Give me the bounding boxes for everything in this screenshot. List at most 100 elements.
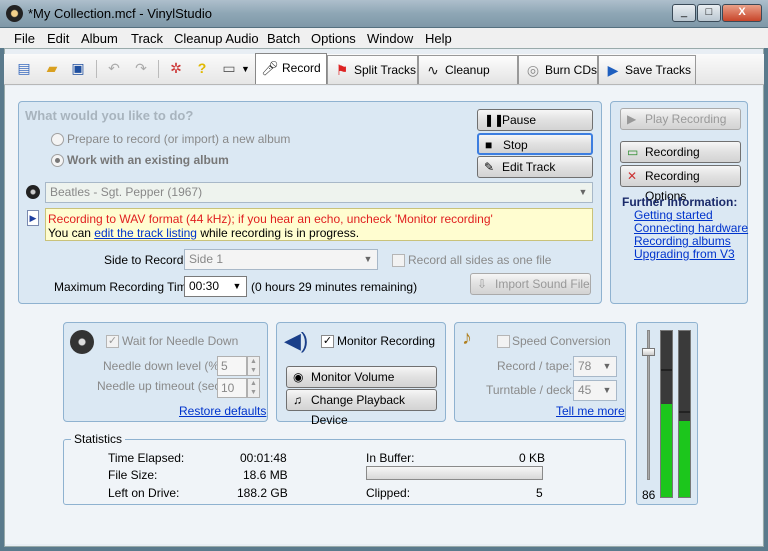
clipped-label: Clipped: [366, 486, 411, 500]
needle-up-spinner[interactable]: ▲ ▼ [247, 378, 260, 398]
monitor-volume-button[interactable]: ◉ Monitor Volume [286, 366, 437, 388]
redo-icon[interactable]: ↷ [131, 58, 151, 78]
needle-down-spinner[interactable]: ▲ ▼ [247, 356, 260, 376]
gramophone-icon: ♪ [462, 327, 472, 349]
speed-conversion-checkbox[interactable] [497, 335, 510, 348]
cd-icon: ◎ [526, 62, 540, 78]
needle-up-input[interactable]: 10 [217, 378, 247, 398]
hint-text-pre: You can [48, 226, 95, 240]
radio-existing-label: Work with an existing album [67, 153, 229, 167]
tab-save-tracks[interactable]: ▶︎ Save Tracks [598, 55, 696, 84]
restore-defaults-link[interactable]: Restore defaults [179, 404, 266, 418]
menu-album[interactable]: Album [81, 31, 118, 46]
save-icon[interactable]: ▣ [68, 58, 88, 78]
menu-bar: File Edit Album Track Cleanup Audio Batc… [0, 28, 768, 48]
time-remaining-text: (0 hours 29 minutes remaining) [251, 280, 418, 294]
stop-button[interactable]: ■ Stop [477, 133, 593, 155]
status-message-warning: Recording to WAV format (44 kHz); if you… [48, 212, 493, 226]
magic-wand-icon[interactable]: ✲ [166, 58, 186, 78]
info-arrow-icon: ▶︎ [27, 210, 39, 226]
wait-needle-checkbox[interactable]: ✓ [106, 335, 119, 348]
needle-up-label: Needle up timeout (sec): [97, 379, 228, 393]
menu-cleanup-audio[interactable]: Cleanup Audio [174, 31, 259, 46]
link-connecting-hardware[interactable]: Connecting hardware [634, 221, 748, 235]
needle-down-input[interactable]: 5 [217, 356, 247, 376]
volume-icon: ◉ [293, 370, 304, 384]
window-title: *My Collection.mcf - VinylStudio [28, 6, 212, 21]
level-meter-value: 86 [642, 488, 656, 502]
tab-record-label: Record [282, 61, 321, 75]
play-recording-button[interactable]: ▶︎ Play Recording [620, 108, 741, 130]
menu-file[interactable]: File [14, 31, 35, 46]
monitor-level-slider-thumb[interactable] [642, 348, 655, 356]
menu-window[interactable]: Window [367, 31, 413, 46]
side-select-value: Side 1 [189, 252, 224, 266]
microphone-icon: 🎤︎ [261, 60, 279, 76]
menu-help[interactable]: Help [425, 31, 452, 46]
monitor-recording-checkbox[interactable]: ✓ [321, 335, 334, 348]
tab-save-tracks-label: Save Tracks [625, 63, 692, 77]
flag-icon: ⚑ [335, 62, 349, 78]
tab-cleanup-audio[interactable]: ∿ Cleanup Audio [418, 55, 518, 105]
maximize-button[interactable]: □ [697, 4, 721, 22]
speed-conversion-label: Speed Conversion [512, 334, 611, 348]
recording-controls-button[interactable]: ▭Recording Controls [620, 141, 741, 179]
record-speed-select[interactable]: 78 ▼ [573, 356, 617, 377]
tab-burn-cds[interactable]: ◎ Burn CDs [518, 55, 598, 84]
right-channel-meter [678, 330, 691, 498]
open-icon[interactable]: ▰ [42, 58, 62, 78]
speaker-device-icon: ♫ [293, 393, 302, 407]
tab-split-tracks-label: Split Tracks [354, 63, 417, 77]
radio-prepare-new[interactable] [51, 133, 64, 146]
in-buffer-label: In Buffer: [366, 451, 415, 465]
speaker-icon: ◀︎) [284, 328, 309, 353]
undo-icon[interactable]: ↶ [104, 58, 124, 78]
title-bar: *My Collection.mcf - VinylStudio _ □ X [0, 0, 768, 28]
chevron-down-icon[interactable]: ▼ [241, 64, 250, 74]
chevron-down-icon: ▼ [578, 187, 588, 197]
import-sound-file-button[interactable]: ⇩ Import Sound File [470, 273, 591, 295]
play-recording-label: Play Recording [645, 112, 727, 126]
menu-options[interactable]: Options [311, 31, 356, 46]
chevron-down-icon: ▼ [602, 385, 612, 395]
tools-icon: ✕ [627, 169, 638, 183]
pause-icon: ❚❚ [484, 113, 505, 127]
pause-button[interactable]: ❚❚ Pause [477, 109, 593, 131]
recording-options-button[interactable]: ✕ Recording Options [620, 165, 741, 203]
menu-edit[interactable]: Edit [47, 31, 69, 46]
edit-track-listing-link[interactable]: edit the track listing [94, 226, 197, 240]
edit-track-listing-button[interactable]: ✎Edit Track Listing [477, 156, 593, 194]
record-all-sides-checkbox[interactable] [392, 254, 405, 267]
clipped-value: 5 [536, 486, 543, 500]
radio-existing-album[interactable] [51, 154, 64, 167]
turntable-speed-select[interactable]: 45 ▼ [573, 380, 617, 401]
tell-me-more-link[interactable]: Tell me more [556, 404, 625, 418]
radio-prepare-label: Prepare to record (or import) a new albu… [67, 132, 291, 146]
change-playback-device-button[interactable]: ♫ Change Playback Device [286, 389, 437, 427]
new-icon[interactable]: ▤ [14, 58, 34, 78]
menu-track[interactable]: Track [131, 31, 163, 46]
menu-batch[interactable]: Batch [267, 31, 300, 46]
hint-text-post: while recording is in progress. [196, 226, 360, 240]
album-select[interactable]: Beatles - Sgt. Pepper (1967) ▼ [45, 182, 593, 203]
turntable-speed-value: 45 [578, 383, 592, 397]
in-buffer-value: 0 KB [519, 451, 546, 465]
folder-dropdown-icon[interactable]: ▭ [218, 58, 240, 78]
waveform-icon: ∿ [427, 62, 439, 78]
tab-split-tracks[interactable]: ⚑ Split Tracks [327, 55, 418, 84]
link-recording-albums[interactable]: Recording albums [634, 234, 731, 248]
link-upgrading[interactable]: Upgrading from V3 [634, 247, 735, 261]
controls-icon: ▭ [627, 145, 639, 159]
monitor-volume-label: Monitor Volume [311, 370, 395, 384]
max-time-select[interactable]: 00:30 ▼ [184, 276, 247, 297]
wait-needle-label: Wait for Needle Down [122, 334, 239, 348]
minimize-button[interactable]: _ [672, 4, 696, 22]
side-select[interactable]: Side 1 ▼ [184, 249, 378, 270]
file-size-label: File Size: [108, 468, 158, 482]
close-button[interactable]: X [722, 4, 762, 22]
turntable-deck-label: Turntable / deck: [486, 383, 575, 397]
time-elapsed-value: 00:01:48 [240, 451, 287, 465]
tab-record[interactable]: 🎤︎ Record [255, 53, 327, 84]
link-getting-started[interactable]: Getting started [634, 208, 713, 222]
help-icon[interactable]: ? [192, 58, 212, 78]
